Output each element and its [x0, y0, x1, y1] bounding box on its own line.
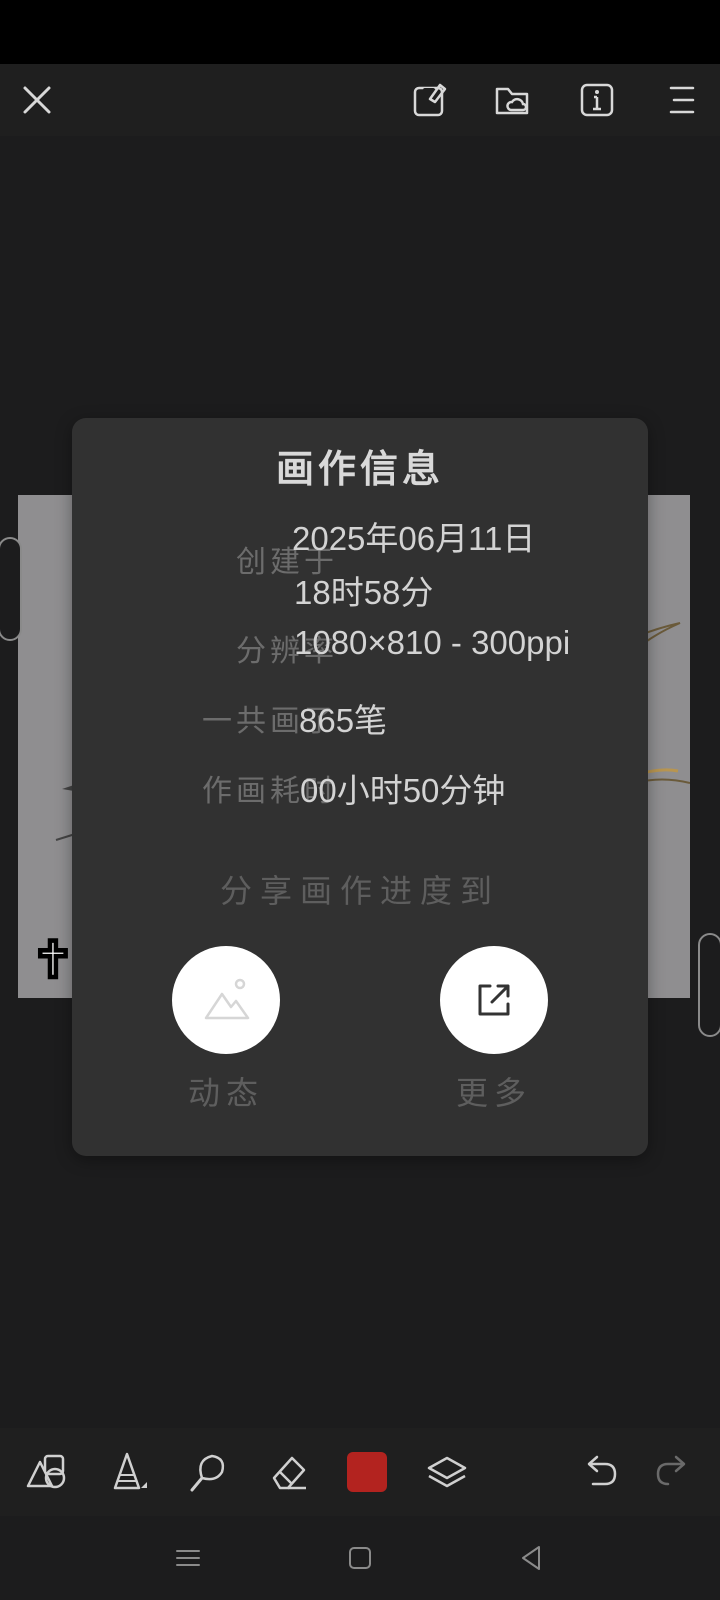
status-bar [0, 0, 720, 64]
layers-icon[interactable] [419, 1444, 475, 1500]
dialog-title: 画作信息 [275, 446, 444, 491]
pen-nib-icon[interactable] [99, 1444, 155, 1500]
eraser-icon[interactable] [260, 1444, 316, 1500]
right-edge-handle[interactable] [698, 933, 720, 1037]
moments-label: 动态 [187, 1074, 264, 1112]
share-to-moments-button[interactable] [172, 946, 280, 1054]
external-share-icon [478, 984, 510, 1016]
info-icon[interactable] [575, 78, 619, 122]
created-date-value: 2025年06月11日 [292, 520, 536, 557]
share-section-title: 分享画作进度到 [219, 872, 500, 910]
more-label: 更多 [455, 1074, 532, 1112]
share-more-button[interactable] [440, 946, 548, 1054]
bottom-toolbar [0, 1428, 720, 1516]
resolution-value: 1080×810 - 300ppi [294, 624, 571, 661]
redo-icon[interactable] [646, 1444, 702, 1500]
edit-canvas-icon[interactable] [408, 78, 452, 122]
smudge-brush-icon[interactable] [180, 1444, 236, 1500]
drawing-time-value: 00小时50分钟 [300, 772, 506, 809]
top-bar [0, 64, 720, 136]
color-picker-button[interactable] [339, 1444, 395, 1500]
strokes-value: 865笔 [299, 702, 388, 739]
menu-icon[interactable] [660, 78, 704, 122]
home-icon[interactable] [340, 1538, 380, 1578]
left-edge-handle[interactable] [0, 537, 22, 641]
cross-sticker: ✝ [31, 930, 76, 989]
system-nav-bar [0, 1516, 720, 1600]
back-icon[interactable] [512, 1538, 552, 1578]
cloud-folder-icon[interactable] [491, 78, 535, 122]
undo-icon[interactable] [571, 1444, 627, 1500]
image-mountain-icon [204, 978, 250, 1020]
shapes-icon[interactable] [19, 1444, 75, 1500]
created-time-value: 18时58分 [294, 574, 434, 611]
artwork-info-dialog: 画作信息 创建于 2025年06月11日 18时58分 分辨率 1080×810… [72, 418, 648, 1156]
close-icon[interactable] [15, 78, 59, 122]
current-color-swatch [347, 1452, 387, 1492]
recents-icon[interactable] [168, 1538, 208, 1578]
